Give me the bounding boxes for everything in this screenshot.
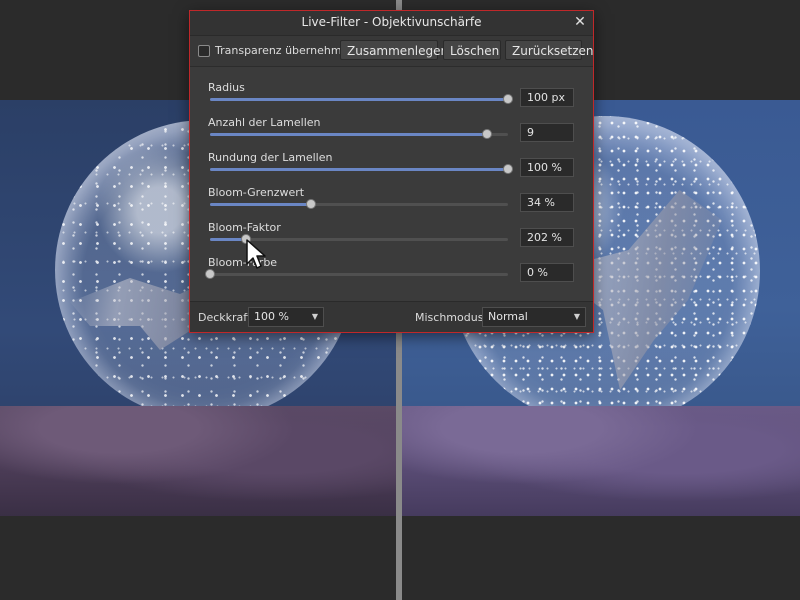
slider-thumb[interactable]: [503, 164, 513, 174]
bloom-threshold-slider[interactable]: [210, 199, 508, 209]
dialog-toolbar: Transparenz übernehmen Zusammenlegen Lös…: [190, 36, 594, 67]
param-label: Bloom-Faktor: [208, 221, 281, 234]
slider-thumb[interactable]: [482, 129, 493, 139]
param-label: Anzahl der Lamellen: [208, 116, 321, 129]
delete-button[interactable]: Löschen: [443, 40, 501, 60]
blend-mode-label: Mischmodus:: [415, 311, 488, 324]
chevron-down-icon: ▼: [311, 312, 318, 321]
close-icon[interactable]: ✕: [571, 13, 589, 31]
bloom-color-slider[interactable]: [205, 269, 508, 279]
mouse-pointer-icon: [246, 239, 266, 269]
bloom-factor-value-field[interactable]: 202 %: [520, 228, 574, 247]
slider-thumb[interactable]: [503, 94, 513, 104]
bloom-threshold-value-field[interactable]: 34 %: [520, 193, 574, 212]
reset-button[interactable]: Zurücksetzen: [505, 40, 594, 60]
param-label: Bloom-Grenzwert: [208, 186, 305, 199]
blend-mode-value: Normal: [488, 310, 528, 323]
blade-count-value-field[interactable]: 9: [520, 123, 574, 142]
blade-rounding-value-field[interactable]: 100 %: [520, 158, 574, 177]
bloom-color-value-field[interactable]: 0 %: [520, 263, 574, 282]
rock-base-filtered: [402, 406, 800, 516]
opacity-dropdown[interactable]: 100 % ▼: [248, 307, 324, 327]
transparency-checkbox[interactable]: [198, 44, 210, 57]
param-label: Radius: [208, 81, 245, 94]
opacity-label: Deckkraft:: [198, 311, 255, 324]
slider-thumb[interactable]: [306, 199, 317, 209]
dialog-footer: Deckkraft: 100 % ▼ Mischmodus: Normal ▼: [190, 301, 593, 332]
blade-count-slider[interactable]: [210, 129, 508, 139]
transparency-checkbox-row[interactable]: Transparenz übernehmen: [198, 44, 355, 57]
param-blade-rounding: Rundung der Lamellen 100 %: [208, 151, 578, 185]
radius-slider[interactable]: [210, 94, 513, 104]
dialog-titlebar[interactable]: Live-Filter - Objektivunschärfe ✕: [190, 11, 593, 36]
chevron-down-icon: ▼: [573, 312, 580, 321]
opacity-value: 100 %: [254, 310, 289, 323]
radius-value-field[interactable]: 100 px: [520, 88, 574, 107]
blend-mode-dropdown[interactable]: Normal ▼: [482, 307, 586, 327]
transparency-label: Transparenz übernehmen: [215, 44, 356, 57]
merge-button[interactable]: Zusammenlegen: [340, 40, 448, 60]
slider-thumb[interactable]: [205, 269, 215, 279]
blade-rounding-slider[interactable]: [210, 164, 513, 174]
dialog-title: Live-Filter - Objektivunschärfe: [301, 15, 482, 29]
rock-base: [0, 406, 396, 516]
param-blade-count: Anzahl der Lamellen 9: [208, 116, 578, 150]
param-radius: Radius 100 px: [208, 81, 578, 115]
param-label: Rundung der Lamellen: [208, 151, 333, 164]
param-bloom-threshold: Bloom-Grenzwert 34 %: [208, 186, 578, 220]
live-filter-dialog: Live-Filter - Objektivunschärfe ✕ Transp…: [189, 10, 594, 333]
